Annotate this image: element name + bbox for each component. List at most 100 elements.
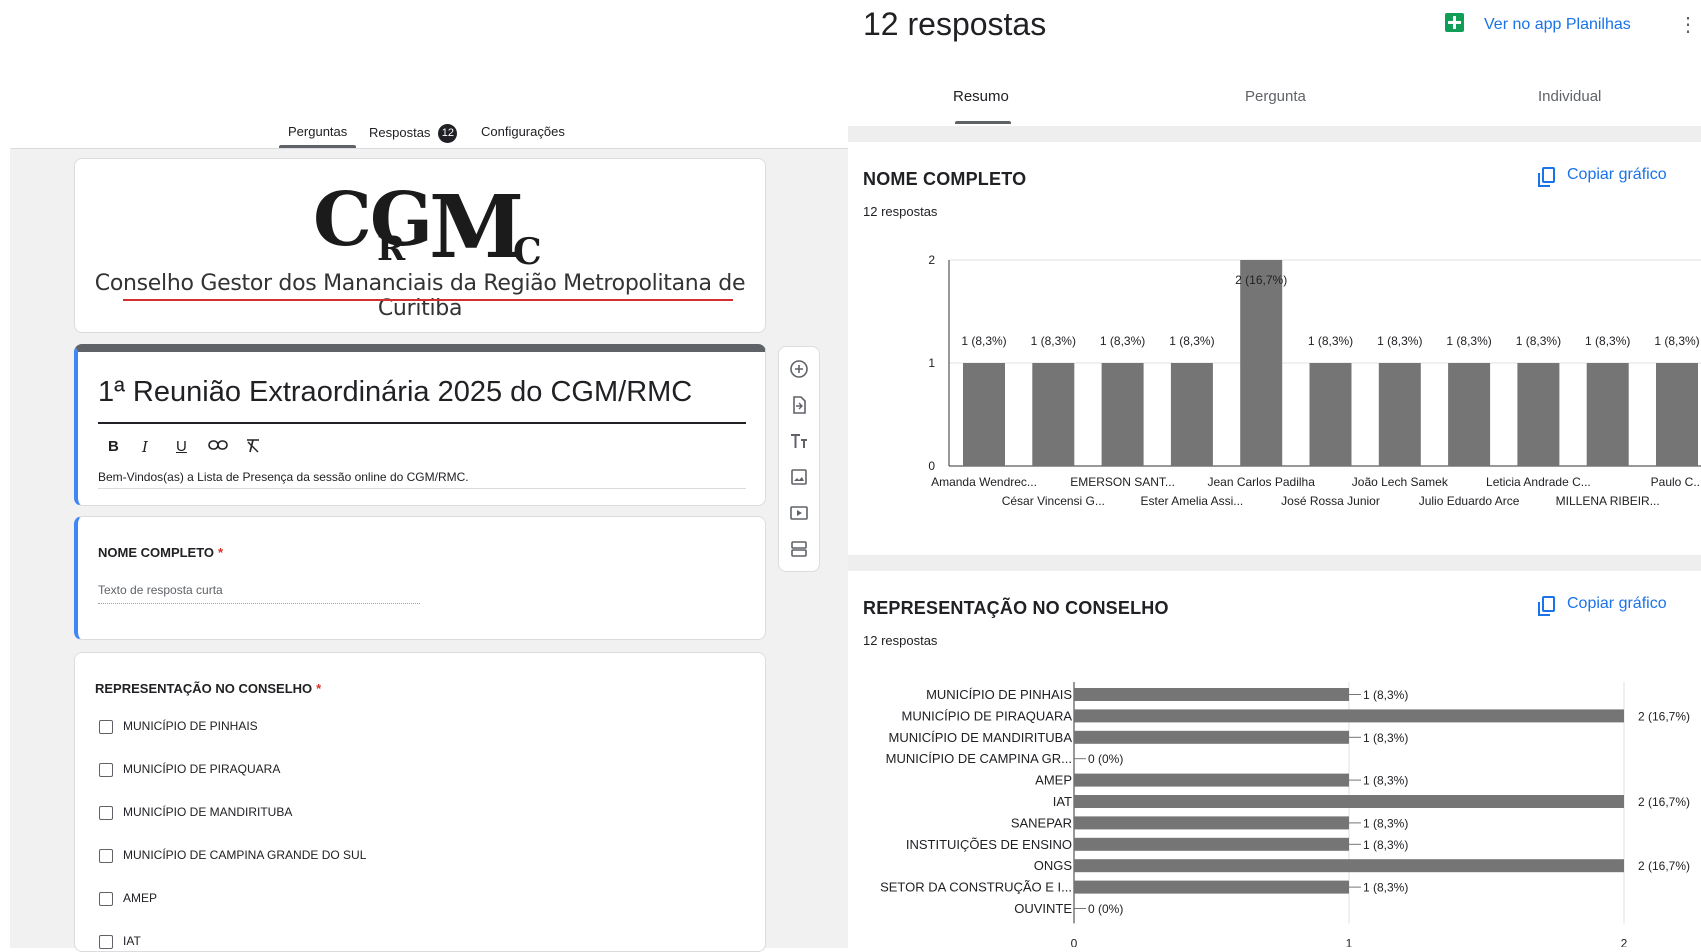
copy-chart-button[interactable]: Copiar gráfico	[1538, 166, 1667, 187]
checkbox-option[interactable]: AMEP	[99, 891, 157, 906]
data-label: 1 (8,3%)	[1654, 334, 1699, 348]
checkbox[interactable]	[99, 805, 113, 820]
data-label: 1 (8,3%)	[1363, 774, 1408, 788]
bar	[1074, 795, 1624, 808]
y-tick-label: MUNICÍPIO DE PIRAQUARA	[902, 708, 1073, 723]
data-label: 1 (8,3%)	[1377, 334, 1422, 348]
y-tick-label: INSTITUIÇÕES DE ENSINO	[906, 837, 1072, 852]
x-tick-label: Leticia Andrade C...	[1486, 475, 1591, 489]
data-label: 1 (8,3%)	[1363, 881, 1408, 895]
chart2-response-count: 12 respostas	[863, 633, 938, 648]
checkbox[interactable]	[99, 719, 113, 734]
form-title-card[interactable]: 1ª Reunião Extraordinária 2025 do CGM/RM…	[74, 344, 766, 506]
data-label: 2 (16,7%)	[1638, 795, 1690, 809]
tab-respostas[interactable]: Respostas 12	[369, 124, 458, 143]
add-title-icon[interactable]	[789, 431, 809, 451]
bar	[1517, 363, 1560, 466]
question-title-text: REPRESENTAÇÃO NO CONSELHO	[95, 681, 313, 696]
section-divider	[848, 555, 1701, 571]
bar	[1378, 363, 1421, 466]
x-tick-label: João Lech Samek	[1352, 475, 1449, 489]
short-answer-placeholder: Texto de resposta curta	[98, 583, 223, 597]
description-underline	[98, 488, 746, 489]
data-label: 1 (8,3%)	[1363, 688, 1408, 702]
tab-perguntas[interactable]: Perguntas	[288, 124, 347, 139]
logo-letter-m: M	[429, 177, 525, 278]
copy-icon	[1538, 595, 1555, 616]
x-tick-label: 0	[1071, 936, 1078, 947]
checkbox-option[interactable]: MUNICÍPIO DE PINHAIS	[99, 719, 258, 734]
more-vert-icon[interactable]: ⋮	[1678, 12, 1698, 37]
checkbox-option[interactable]: MUNICÍPIO DE PIRAQUARA	[99, 762, 280, 777]
x-tick-label: Julio Eduardo Arce	[1419, 494, 1520, 508]
logo-letter-r: R	[377, 229, 406, 269]
active-tab-indicator	[955, 121, 1011, 124]
checkbox[interactable]	[99, 891, 113, 906]
question-card-representacao[interactable]: REPRESENTAÇÃO NO CONSELHO * MUNICÍPIO DE …	[74, 652, 766, 952]
y-tick-label: MUNICÍPIO DE MANDIRITUBA	[889, 730, 1073, 745]
data-label: 0 (0%)	[1088, 752, 1123, 766]
copy-chart-label: Copiar gráfico	[1567, 166, 1667, 183]
logo-letters-cg: CG	[313, 177, 433, 263]
checkbox[interactable]	[99, 848, 113, 863]
y-tick-label: AMEP	[1035, 773, 1072, 788]
bar	[1032, 363, 1075, 466]
section-divider	[848, 126, 1701, 142]
copy-chart-button[interactable]: Copiar gráfico	[1538, 595, 1667, 616]
bar	[1074, 859, 1624, 873]
bar	[1170, 363, 1213, 466]
clear-format-icon[interactable]	[244, 438, 262, 458]
question-title: REPRESENTAÇÃO NO CONSELHO *	[95, 681, 321, 696]
bar	[1101, 363, 1144, 466]
bar	[1074, 773, 1349, 787]
x-tick-label: 1	[1346, 936, 1353, 947]
data-label: 1 (8,3%)	[1363, 816, 1408, 830]
data-label: 1 (8,3%)	[1363, 838, 1408, 852]
bar	[1240, 260, 1283, 466]
question-title: NOME COMPLETO *	[98, 545, 223, 560]
chart1-title: NOME COMPLETO	[863, 169, 1027, 189]
question-card-nome[interactable]: NOME COMPLETO * Texto de resposta curta	[74, 516, 766, 640]
tab-individual[interactable]: Individual	[1538, 88, 1601, 105]
title-underline	[98, 422, 746, 424]
option-label: MUNICÍPIO DE PIRAQUARA	[123, 762, 281, 776]
y-tick-label: MUNICÍPIO DE PINHAIS	[926, 687, 1072, 702]
view-in-sheets-link[interactable]: Ver no app Planilhas	[1484, 16, 1631, 34]
italic-button[interactable]: I	[142, 438, 148, 456]
link-icon[interactable]	[208, 438, 228, 456]
add-question-icon[interactable]	[789, 359, 809, 379]
x-tick-label: José Rossa Junior	[1281, 494, 1380, 508]
checkbox-option[interactable]: MUNICÍPIO DE CAMPINA GRANDE DO SUL	[99, 848, 366, 863]
responses-panel: 12 respostas Ver no app Planilhas ⋮ Resu…	[848, 0, 1701, 947]
tab-pergunta[interactable]: Pergunta	[1245, 88, 1306, 105]
x-tick-label: Jean Carlos Padilha	[1207, 475, 1315, 489]
add-image-icon[interactable]	[789, 467, 809, 487]
bar	[1074, 837, 1349, 851]
form-title[interactable]: 1ª Reunião Extraordinária 2025 do CGM/RM…	[98, 376, 692, 409]
data-label: 0 (0%)	[1088, 902, 1123, 916]
option-label: IAT	[123, 934, 141, 948]
required-asterisk: *	[218, 545, 224, 560]
chart-representacao: 0 1 2 MUNICÍPIO DE PINHAIS 1 (8,3%) MUNICÍPIO…	[880, 682, 1690, 947]
x-tick-label: EMERSON SANT...	[1070, 475, 1175, 489]
option-label: MUNICÍPIO DE CAMPINA GRANDE DO SUL	[123, 848, 367, 862]
sheets-icon[interactable]	[1445, 13, 1464, 32]
cgm-logo: CG R M C	[75, 177, 765, 279]
checkbox-option[interactable]: MUNICÍPIO DE MANDIRITUBA	[99, 805, 292, 820]
tab-configuracoes[interactable]: Configurações	[481, 124, 565, 139]
tab-resumo[interactable]: Resumo	[953, 88, 1009, 105]
add-section-icon[interactable]	[789, 539, 809, 559]
logo-subtitle: Conselho Gestor dos Mananciais da Região…	[94, 271, 746, 321]
bold-button[interactable]: B	[108, 438, 119, 455]
data-label: 1 (8,3%)	[961, 334, 1006, 348]
x-tick-label: Paulo C...	[1651, 475, 1701, 489]
x-tick-label: Amanda Wendrec...	[931, 475, 1037, 489]
x-tick-label: MILLENA RIBEIR...	[1556, 494, 1660, 508]
data-label: 2 (16,7%)	[1235, 273, 1287, 287]
header-image-card[interactable]: CG R M C Conselho Gestor dos Mananciais …	[74, 158, 766, 333]
form-description[interactable]: Bem-Vindos(as) a Lista de Presença da se…	[98, 470, 469, 484]
checkbox[interactable]	[99, 762, 113, 777]
import-questions-icon[interactable]	[789, 395, 809, 415]
add-video-icon[interactable]	[789, 503, 809, 523]
underline-button[interactable]: U	[176, 438, 187, 455]
